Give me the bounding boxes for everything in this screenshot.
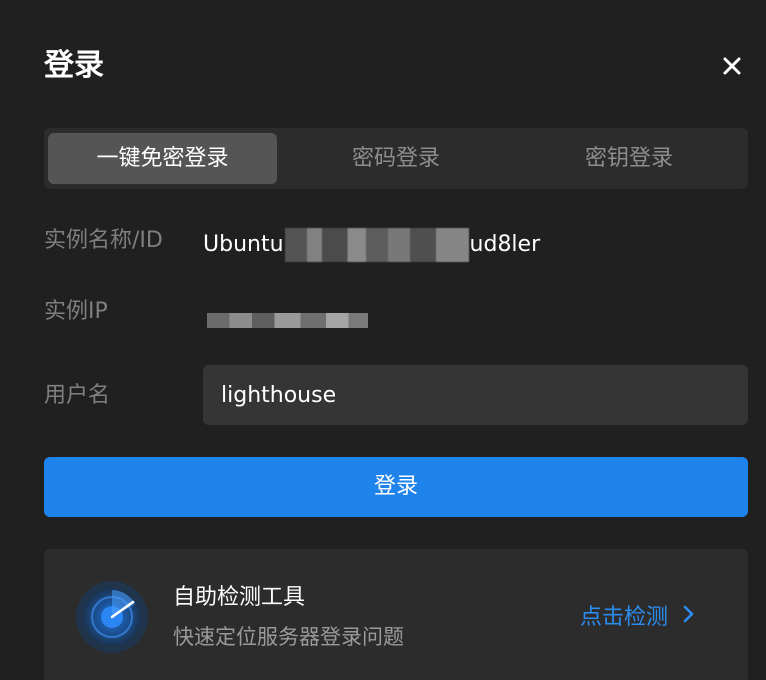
instance-ip-label: 实例IP <box>44 299 108 324</box>
start-detection-label: 点击检测 <box>580 605 669 630</box>
instance-name-prefix: Ubuntu <box>203 232 284 257</box>
radar-icon <box>75 580 149 654</box>
username-input[interactable] <box>203 365 748 425</box>
instance-ip-redacted <box>207 313 368 328</box>
tab-passwordless-login[interactable]: 一键免密登录 <box>48 133 277 184</box>
start-detection-link[interactable]: 点击检测 <box>580 602 696 634</box>
instance-name-suffix: ud8ler <box>469 232 541 257</box>
close-icon[interactable] <box>716 50 748 82</box>
instance-name-label: 实例名称/ID <box>44 228 163 253</box>
self-check-tool-card: 自助检测工具 快速定位服务器登录问题 点击检测 <box>44 549 748 680</box>
login-dialog: 登录 一键免密登录 密码登录 密钥登录 实例名称/ID Ubuntu ud8ler… <box>0 0 766 680</box>
redacted-mosaic <box>284 228 469 262</box>
chevron-right-icon <box>682 602 696 634</box>
username-label: 用户名 <box>44 383 111 408</box>
dialog-title: 登录 <box>44 48 104 83</box>
tab-key-login[interactable]: 密钥登录 <box>515 133 743 184</box>
tool-title: 自助检测工具 <box>173 585 306 610</box>
tool-subtitle: 快速定位服务器登录问题 <box>173 625 404 649</box>
tab-password-login[interactable]: 密码登录 <box>282 133 510 184</box>
login-button[interactable]: 登录 <box>44 457 748 517</box>
login-method-tabs: 一键免密登录 密码登录 密钥登录 <box>44 128 748 189</box>
instance-name-value: Ubuntu ud8ler <box>203 228 540 262</box>
